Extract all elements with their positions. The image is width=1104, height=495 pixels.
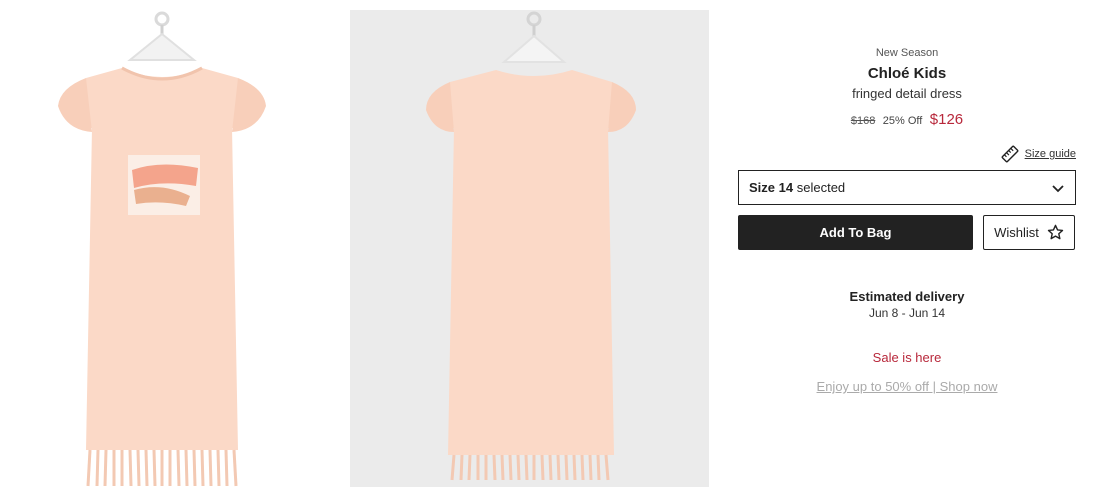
sale-banner-heading: Sale is here xyxy=(872,350,942,365)
ruler-icon xyxy=(1001,145,1019,163)
dress-front-image xyxy=(58,11,266,487)
size-suffix: selected xyxy=(796,180,846,195)
delivery-title: Estimated delivery xyxy=(849,289,965,304)
wishlist-button[interactable]: Wishlist xyxy=(983,215,1075,250)
size-value: 14 xyxy=(778,180,794,195)
chevron-down-icon xyxy=(1052,184,1064,192)
price-row: $168 25% Off $126 xyxy=(738,111,1076,129)
size-guide-link[interactable]: Size guide xyxy=(1001,145,1076,163)
sale-shop-now-link[interactable]: Enjoy up to 50% off | Shop now xyxy=(738,379,1076,394)
brand-name[interactable]: Chloé Kids xyxy=(738,65,1076,82)
product-image-front[interactable] xyxy=(0,10,359,487)
discount-label: 25% Off xyxy=(882,115,923,127)
size-prefix: Size xyxy=(749,180,776,195)
delivery-dates: Jun 8 - Jun 14 xyxy=(868,306,946,320)
star-icon xyxy=(1047,224,1064,240)
dress-back-image xyxy=(426,11,636,481)
size-guide-label: Size guide xyxy=(1024,148,1076,160)
add-to-bag-button[interactable]: Add To Bag xyxy=(738,215,973,250)
size-dropdown[interactable]: Size 14 selected xyxy=(738,170,1076,205)
wishlist-label: Wishlist xyxy=(994,225,1039,240)
sale-price: $126 xyxy=(929,111,964,128)
product-name: fringed detail dress xyxy=(852,86,962,101)
original-price: $168 xyxy=(850,115,876,127)
season-label: New Season xyxy=(875,47,939,59)
size-selected-text: Size 14 selected xyxy=(749,180,845,195)
product-image-back[interactable] xyxy=(350,10,709,487)
